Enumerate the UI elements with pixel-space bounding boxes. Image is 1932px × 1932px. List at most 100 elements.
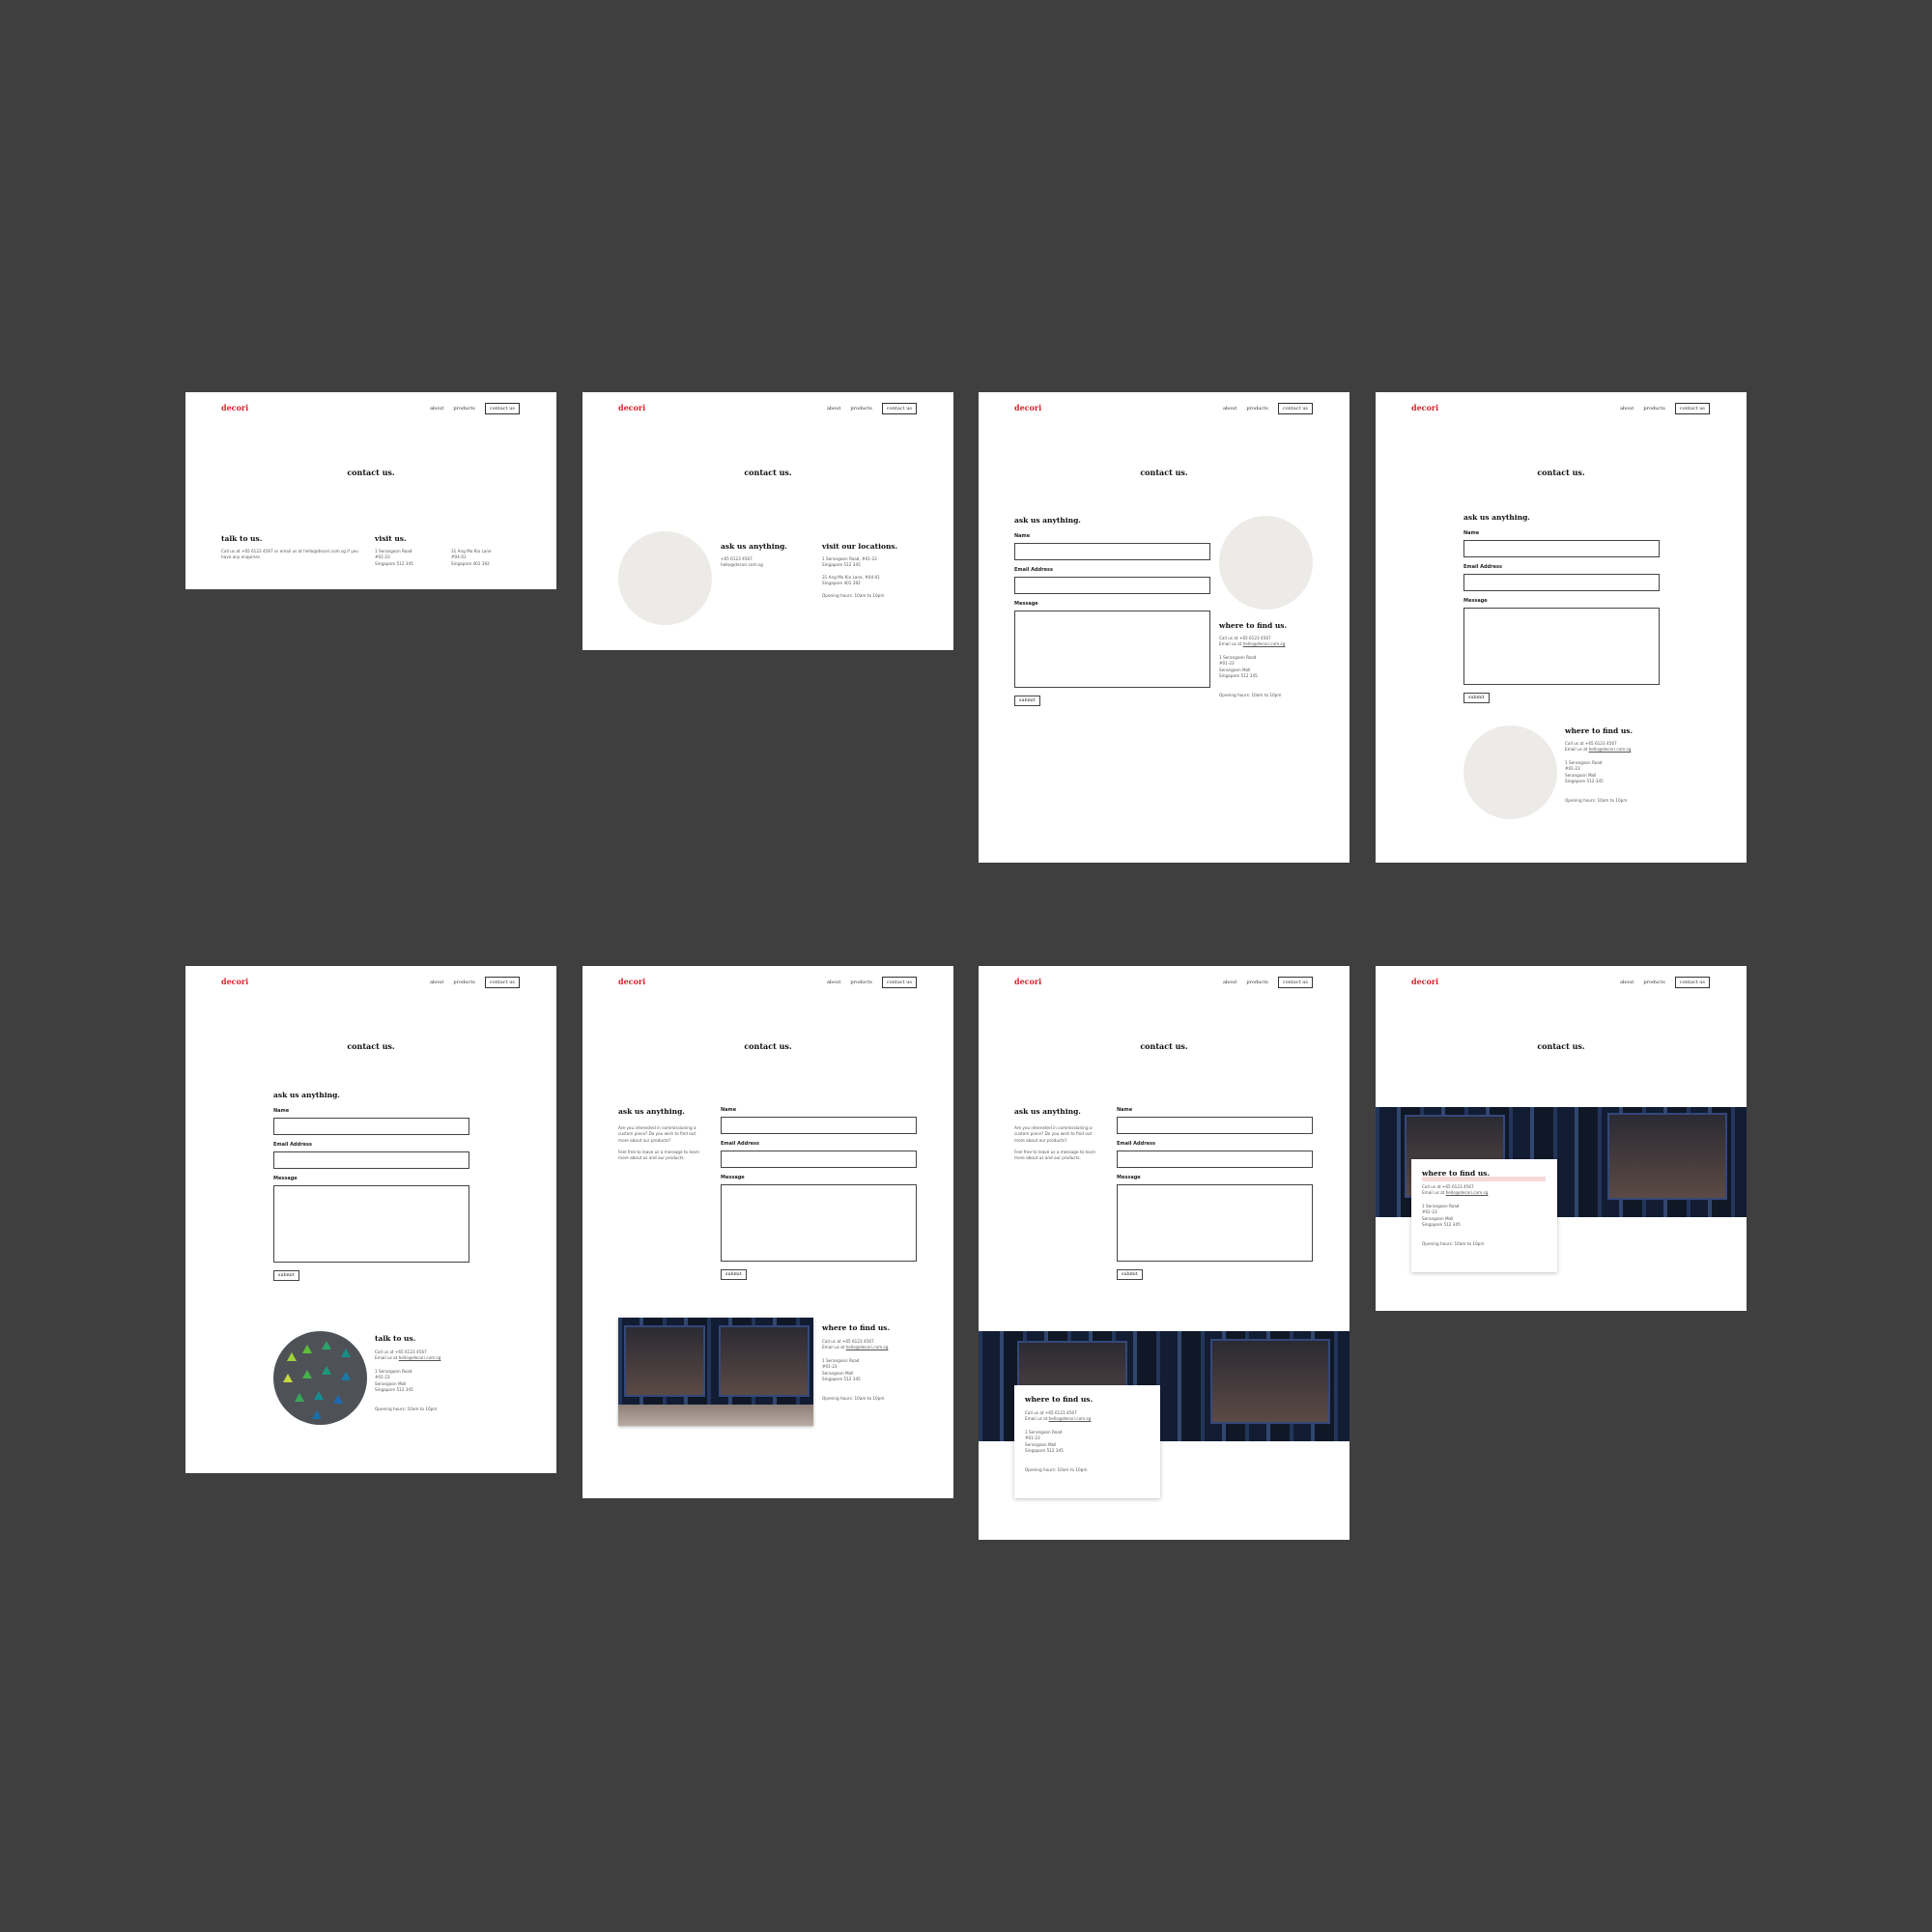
form-intro: Are you interested in commissioning a cu… <box>618 1125 699 1161</box>
nav-contact-button[interactable]: contact us <box>1674 403 1710 414</box>
message-label: Message <box>1117 1175 1141 1180</box>
email-field[interactable] <box>273 1151 469 1169</box>
find-address: 1 Serangoon Road #01-23 Serangoon Mall S… <box>1422 1204 1461 1227</box>
find-heading: where to find us. <box>1422 1169 1491 1178</box>
logo[interactable]: decori <box>1014 403 1041 412</box>
nav-contact-button[interactable]: contact us <box>1277 977 1313 988</box>
nav-contact-button[interactable]: contact us <box>881 403 917 414</box>
email-link[interactable]: hello@decori.com.sg <box>1049 1416 1092 1421</box>
email-field[interactable] <box>1014 577 1210 594</box>
find-hours: Opening hours: 10am to 10pm <box>375 1406 438 1411</box>
location-card: where to find us. Call us at +65 6123 45… <box>1014 1385 1160 1498</box>
nav-contact-button[interactable]: contact us <box>1674 977 1710 988</box>
nav-products[interactable]: products <box>1643 406 1664 412</box>
nav-contact-button[interactable]: contact us <box>1277 403 1313 414</box>
email-label: Email Address <box>721 1141 760 1147</box>
nav-about[interactable]: about <box>827 406 840 412</box>
name-field[interactable] <box>721 1117 917 1134</box>
message-field[interactable] <box>1463 608 1660 685</box>
nav-about[interactable]: about <box>1620 980 1634 985</box>
artboard-4: decori about products contact us contact… <box>1376 392 1747 863</box>
page-title: contact us. <box>744 1041 792 1051</box>
nav-products[interactable]: products <box>453 980 474 985</box>
visit-heading: visit us. <box>375 534 407 543</box>
name-field[interactable] <box>1117 1117 1313 1134</box>
artboard-8: decori about products contact us contact… <box>1376 966 1747 1311</box>
logo[interactable]: decori <box>1014 977 1041 986</box>
submit-button[interactable]: submit <box>1014 696 1040 706</box>
message-field[interactable] <box>1014 611 1210 688</box>
email-link[interactable]: hello@decori.com.sg <box>399 1355 441 1360</box>
email-field[interactable] <box>721 1151 917 1168</box>
submit-button[interactable]: submit <box>1463 693 1490 703</box>
location-card: where to find us. Call us at +65 6123 45… <box>1411 1159 1557 1272</box>
nav: about products contact us <box>1223 977 1313 988</box>
nav-contact-button[interactable]: contact us <box>484 403 520 414</box>
logo[interactable]: decori <box>618 977 645 986</box>
nav-products[interactable]: products <box>1643 980 1664 985</box>
logo[interactable]: decori <box>618 403 645 412</box>
find-hours: Opening hours: 10am to 10pm <box>822 1396 885 1401</box>
name-field[interactable] <box>273 1118 469 1135</box>
submit-button[interactable]: submit <box>721 1269 747 1280</box>
page-title: contact us. <box>347 1041 395 1051</box>
nav-about[interactable]: about <box>827 980 840 985</box>
nav-about[interactable]: about <box>1223 980 1236 985</box>
name-label: Name <box>273 1108 290 1114</box>
email-link[interactable]: hello@decori.com.sg <box>1446 1190 1489 1195</box>
name-field[interactable] <box>1463 540 1660 557</box>
email-link[interactable]: hello@decori.com.sg <box>1243 641 1286 646</box>
nav-products[interactable]: products <box>850 980 871 985</box>
nav-products[interactable]: products <box>1246 406 1267 412</box>
artboard-7: decori about products contact us contact… <box>979 966 1350 1540</box>
message-field[interactable] <box>1117 1184 1313 1262</box>
nav-contact-button[interactable]: contact us <box>881 977 917 988</box>
nav-about[interactable]: about <box>1223 406 1236 412</box>
nav-about[interactable]: about <box>1620 406 1634 412</box>
find-address: 1 Serangoon Road #01-23 Serangoon Mall S… <box>375 1369 413 1392</box>
name-label: Name <box>1117 1107 1133 1113</box>
image-placeholder <box>618 531 712 625</box>
submit-button[interactable]: submit <box>273 1270 299 1281</box>
message-field[interactable] <box>721 1184 917 1262</box>
submit-button[interactable]: submit <box>1117 1269 1143 1280</box>
logo[interactable]: decori <box>221 403 248 412</box>
nav-products[interactable]: products <box>850 406 871 412</box>
find-hours: Opening hours: 10am to 10pm <box>1025 1467 1088 1472</box>
name-field[interactable] <box>1014 543 1210 560</box>
ask-heading: ask us anything. <box>721 542 787 551</box>
email-field[interactable] <box>1117 1151 1313 1168</box>
find-heading: where to find us. <box>1219 621 1288 630</box>
nav: about products contact us <box>430 977 520 988</box>
email-link[interactable]: hello@decori.com.sg <box>1589 747 1632 752</box>
logo[interactable]: decori <box>221 977 248 986</box>
message-field[interactable] <box>273 1185 469 1263</box>
ask-contact: +65 6123 4567 hello@decori.com.sg <box>721 556 763 568</box>
page-title: contact us. <box>1537 468 1585 477</box>
logo[interactable]: decori <box>1411 977 1438 986</box>
page-title: contact us. <box>1140 468 1188 477</box>
name-label: Name <box>1463 530 1480 536</box>
artboard-2: decori about products contact us contact… <box>582 392 953 650</box>
form-heading: ask us anything. <box>1463 513 1530 522</box>
email-field[interactable] <box>1463 574 1660 591</box>
find-hours: Opening hours: 10am to 10pm <box>1422 1241 1485 1246</box>
nav-about[interactable]: about <box>430 980 443 985</box>
logo[interactable]: decori <box>1411 403 1438 412</box>
nav-products[interactable]: products <box>1246 980 1267 985</box>
find-heading: where to find us. <box>1025 1395 1094 1404</box>
find-email-line: Email us at hello@decori.com.sg <box>375 1355 441 1360</box>
nav-contact-button[interactable]: contact us <box>484 977 520 988</box>
email-label: Email Address <box>273 1142 313 1148</box>
nav: about products contact us <box>1620 977 1710 988</box>
message-label: Message <box>1014 601 1038 607</box>
form-heading: ask us anything. <box>618 1107 685 1116</box>
find-hours: Opening hours: 10am to 10pm <box>1219 693 1282 697</box>
find-email-line: Email us at hello@decori.com.sg <box>1025 1416 1092 1421</box>
email-link[interactable]: hello@decori.com.sg <box>846 1345 889 1350</box>
nav-about[interactable]: about <box>430 406 443 412</box>
locations-text: 1 Serangoon Road, #01-23 Singapore 512 3… <box>822 556 885 598</box>
form-intro: Are you interested in commissioning a cu… <box>1014 1125 1095 1161</box>
nav-products[interactable]: products <box>453 406 474 412</box>
name-label: Name <box>1014 533 1031 539</box>
